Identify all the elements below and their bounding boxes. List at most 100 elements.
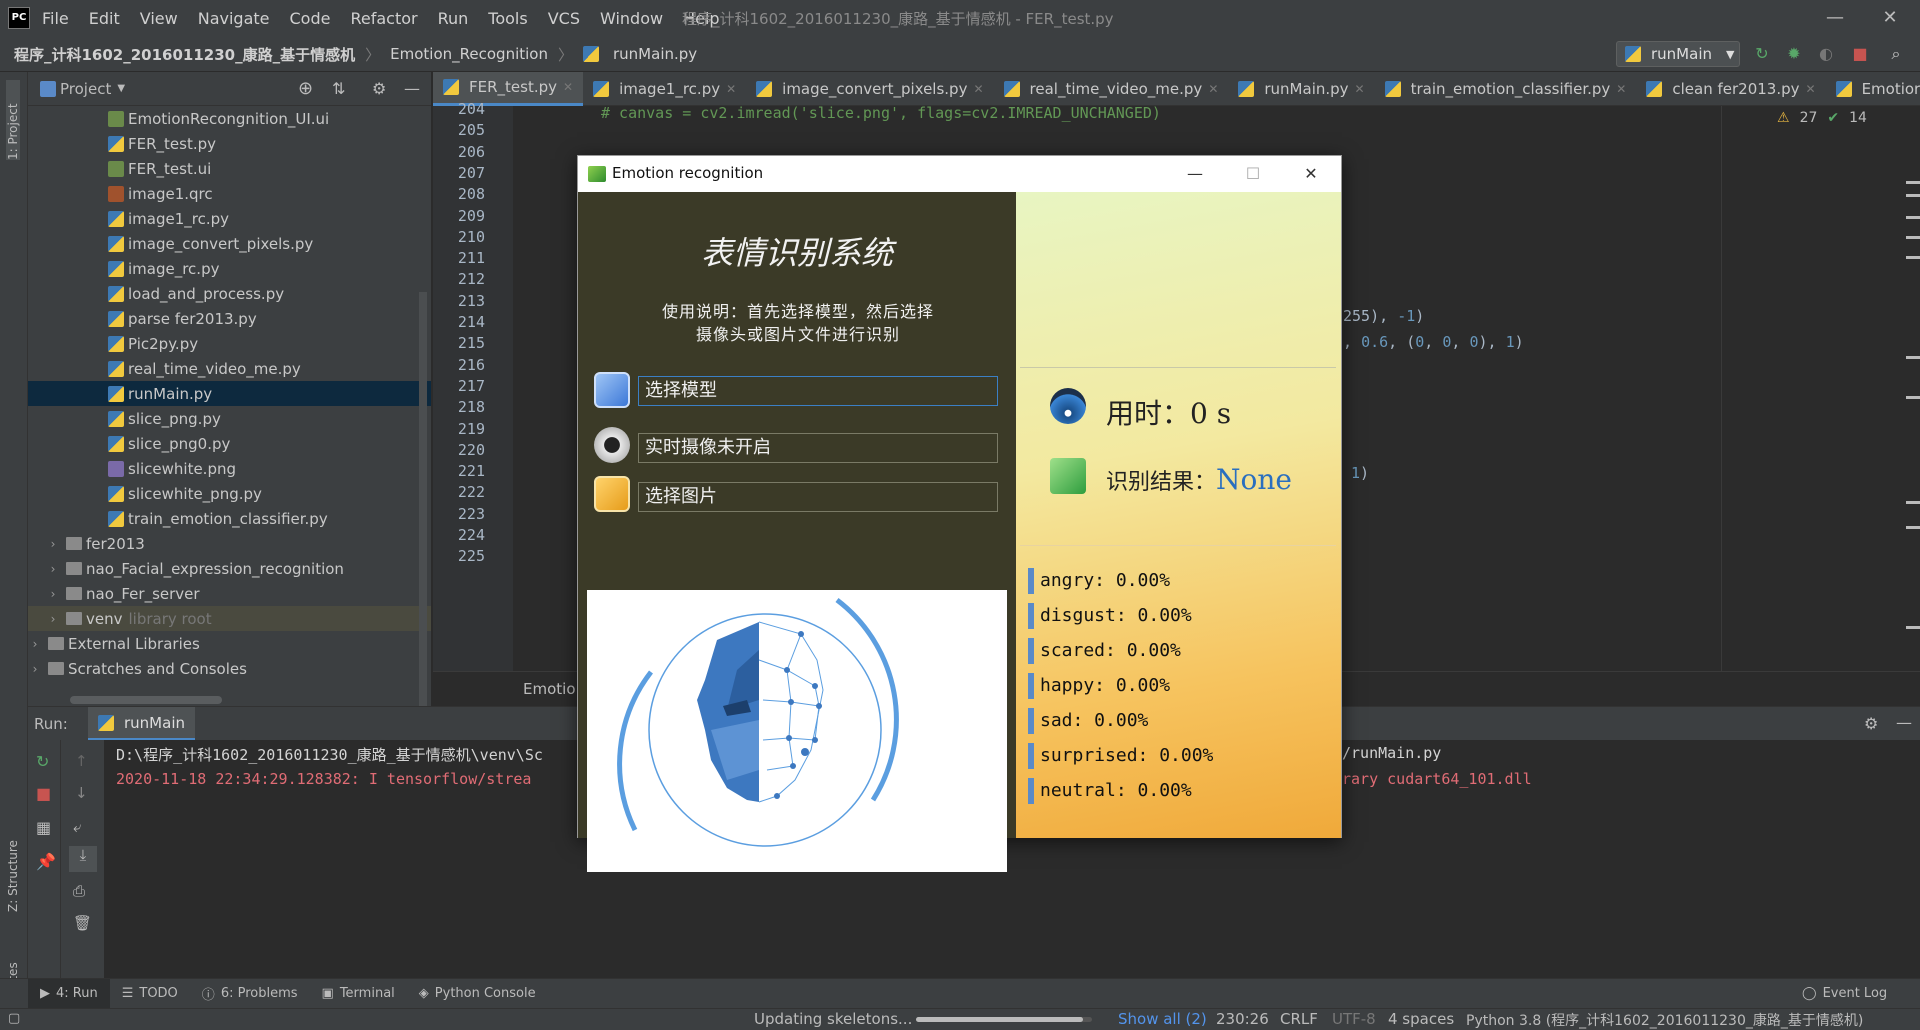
breadcrumb-folder[interactable]: Emotion_Recognition bbox=[390, 45, 548, 63]
tree-item[interactable]: real_time_video_me.py bbox=[28, 356, 431, 381]
dialog-close-button[interactable]: ✕ bbox=[1282, 156, 1340, 192]
problems-tool-button[interactable]: ⓘ 6: Problems bbox=[190, 979, 310, 1009]
tree-item[interactable]: EmotionRecongnition_UI.ui bbox=[28, 106, 431, 131]
menu-refactor[interactable]: Refactor bbox=[350, 9, 417, 28]
tree-item[interactable]: train_emotion_classifier.py bbox=[28, 506, 431, 531]
soft-wrap-icon[interactable]: ⤶ bbox=[73, 818, 81, 836]
search-icon[interactable]: ⌕ bbox=[1886, 44, 1906, 64]
caret-position[interactable]: 230:26 bbox=[1216, 1010, 1269, 1028]
close-tab-icon[interactable]: ✕ bbox=[1355, 82, 1365, 96]
tree-item[interactable]: slice_png0.py bbox=[28, 431, 431, 456]
tree-item[interactable]: slicewhite_png.py bbox=[28, 481, 431, 506]
hide-icon[interactable]: — bbox=[404, 79, 420, 98]
layout-icon[interactable]: ▦ bbox=[36, 818, 51, 837]
scroll-marker[interactable] bbox=[1906, 181, 1920, 184]
project-tool-tab[interactable]: 1: Project bbox=[6, 80, 20, 160]
editor-tab[interactable]: image_convert_pixels.py ✕ bbox=[746, 72, 993, 106]
menu-vcs[interactable]: VCS bbox=[548, 9, 580, 28]
editor-tab[interactable]: runMain.py ✕ bbox=[1228, 72, 1374, 106]
tree-item[interactable]: › venv library root bbox=[28, 606, 431, 631]
menu-edit[interactable]: Edit bbox=[89, 9, 120, 28]
model-folder-icon[interactable] bbox=[594, 372, 630, 408]
tree-item[interactable]: FER_test.py bbox=[28, 131, 431, 156]
scroll-marker[interactable] bbox=[1906, 236, 1920, 239]
project-scrollbar[interactable] bbox=[419, 292, 427, 777]
dialog-maximize-button[interactable]: ☐ bbox=[1224, 156, 1282, 192]
rerun-icon[interactable]: ↻ bbox=[36, 752, 49, 771]
stop-icon[interactable]: ■ bbox=[36, 784, 51, 803]
background-task-label[interactable]: Updating skeletons... bbox=[754, 1010, 912, 1028]
tree-item[interactable]: parse fer2013.py bbox=[28, 306, 431, 331]
tree-item[interactable]: › Scratches and Consoles bbox=[28, 656, 431, 681]
tree-item[interactable]: image_convert_pixels.py bbox=[28, 231, 431, 256]
editor-tab[interactable]: real_time_video_me.py ✕ bbox=[994, 72, 1229, 106]
close-tab-icon[interactable]: ✕ bbox=[1616, 82, 1626, 96]
chevron-down-icon[interactable]: ▼ bbox=[117, 83, 125, 94]
tree-item[interactable]: › nao_Facial_expression_recognition bbox=[28, 556, 431, 581]
tree-item[interactable]: slice_png.py bbox=[28, 406, 431, 431]
menu-file[interactable]: File bbox=[42, 9, 69, 28]
project-header-label[interactable]: Project bbox=[60, 80, 111, 98]
inspection-widget[interactable]: ⚠ 27 ✔ 14 bbox=[1777, 110, 1867, 126]
print-icon[interactable]: ⎙ bbox=[73, 882, 85, 900]
menu-code[interactable]: Code bbox=[290, 9, 331, 28]
chevron-right-icon[interactable]: › bbox=[46, 562, 60, 576]
scroll-marker[interactable] bbox=[1906, 356, 1920, 359]
tree-item[interactable]: › External Libraries bbox=[28, 631, 431, 656]
up-arrow-icon[interactable]: ↑ bbox=[75, 752, 88, 770]
python-console-tool-button[interactable]: ◈ Python Console bbox=[407, 979, 548, 1009]
tree-item[interactable]: › fer2013 bbox=[28, 531, 431, 556]
menu-tools[interactable]: Tools bbox=[488, 9, 527, 28]
run-tab[interactable]: runMain bbox=[88, 707, 195, 741]
minimize-button[interactable]: — bbox=[1810, 0, 1860, 36]
scroll-marker[interactable] bbox=[1906, 626, 1920, 629]
scroll-marker[interactable] bbox=[1906, 256, 1920, 259]
select-image-button[interactable]: 选择图片 bbox=[638, 482, 998, 512]
scroll-marker[interactable] bbox=[1906, 396, 1920, 399]
toggle-panels-icon[interactable]: ▢ bbox=[8, 1011, 20, 1026]
image-folder-icon[interactable] bbox=[594, 476, 630, 512]
terminal-tool-button[interactable]: ▣ Terminal bbox=[310, 979, 407, 1009]
scroll-marker[interactable] bbox=[1906, 216, 1920, 219]
chevron-right-icon[interactable]: › bbox=[46, 537, 60, 551]
coverage-icon[interactable]: ◐ bbox=[1816, 44, 1836, 64]
editor-tab[interactable]: Emotior bbox=[1826, 72, 1920, 106]
scroll-to-end-icon[interactable]: ⤓ bbox=[69, 846, 97, 872]
tree-item[interactable]: image_rc.py bbox=[28, 256, 431, 281]
trash-icon[interactable]: 🗑 bbox=[73, 914, 92, 932]
close-tab-icon[interactable]: ✕ bbox=[563, 80, 573, 94]
line-separator[interactable]: CRLF bbox=[1280, 1010, 1318, 1028]
run-tool-button[interactable]: ▶ 4: Run bbox=[28, 978, 110, 1009]
breadcrumb-file[interactable]: runMain.py bbox=[613, 45, 697, 63]
chevron-right-icon[interactable]: › bbox=[28, 662, 42, 676]
tree-item[interactable]: slicewhite.png bbox=[28, 456, 431, 481]
camera-button[interactable]: 实时摄像未开启 bbox=[638, 433, 998, 463]
scroll-marker[interactable] bbox=[1906, 194, 1920, 197]
editor-tab[interactable]: train_emotion_classifier.py ✕ bbox=[1375, 72, 1637, 106]
debug-icon[interactable]: ✹ bbox=[1784, 44, 1804, 64]
close-tab-icon[interactable]: ✕ bbox=[1208, 82, 1218, 96]
close-tab-icon[interactable]: ✕ bbox=[726, 82, 736, 96]
interpreter-label[interactable]: Python 3.8 (程序_计科1602_2016011230_康路_基于情感… bbox=[1466, 1010, 1863, 1030]
menu-run[interactable]: Run bbox=[438, 9, 469, 28]
stop-icon[interactable]: ■ bbox=[1850, 44, 1870, 64]
structure-tool-tab[interactable]: Z: Structure bbox=[6, 812, 20, 912]
tree-item[interactable]: Pic2py.py bbox=[28, 331, 431, 356]
scroll-marker[interactable] bbox=[1906, 501, 1920, 504]
hide-icon[interactable]: — bbox=[1896, 713, 1912, 732]
dialog-minimize-button[interactable]: — bbox=[1166, 156, 1224, 192]
webcam-icon[interactable] bbox=[594, 427, 630, 463]
menu-navigate[interactable]: Navigate bbox=[198, 9, 270, 28]
pin-icon[interactable]: 📌 bbox=[36, 852, 56, 871]
project-horizontal-scrollbar[interactable] bbox=[70, 696, 222, 704]
file-encoding[interactable]: UTF-8 bbox=[1332, 1010, 1376, 1028]
locate-icon[interactable]: ⊕ bbox=[298, 78, 313, 99]
tree-item[interactable]: image1_rc.py bbox=[28, 206, 431, 231]
close-tab-icon[interactable]: ✕ bbox=[1806, 82, 1816, 96]
close-tab-icon[interactable]: ✕ bbox=[973, 82, 983, 96]
tree-item[interactable]: runMain.py bbox=[28, 381, 431, 406]
tree-item[interactable]: FER_test.ui bbox=[28, 156, 431, 181]
tree-item[interactable]: › nao_Fer_server bbox=[28, 581, 431, 606]
menu-view[interactable]: View bbox=[140, 9, 178, 28]
chevron-right-icon[interactable]: › bbox=[46, 612, 60, 626]
